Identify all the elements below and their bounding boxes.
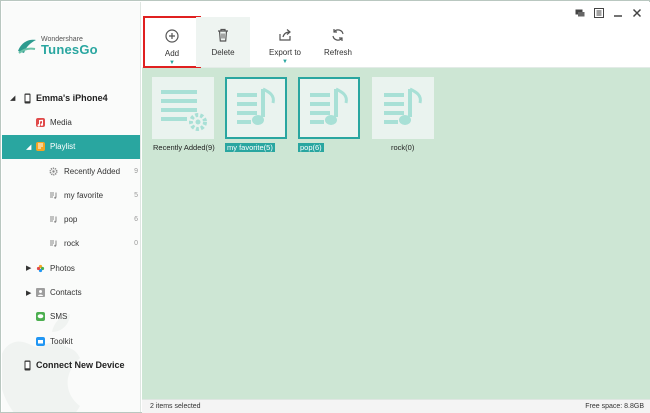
minimize-icon[interactable] — [613, 8, 623, 18]
expand-caret-icon[interactable]: ▶ — [26, 264, 31, 272]
sidebar-item-pop[interactable]: pop 6 — [2, 207, 140, 231]
toolbar: Add ▼ Delete Export to ▼ Refresh — [142, 2, 650, 68]
sidebar-item-playlist[interactable]: ◢ Playlist — [2, 134, 140, 159]
playlist-icon — [35, 142, 45, 152]
toolkit-icon — [35, 336, 45, 346]
playlist-tile-rock[interactable]: rock(0) — [372, 77, 438, 152]
device-name: Emma's iPhone4 — [36, 93, 108, 104]
connect-new-device[interactable]: Connect New Device — [2, 353, 140, 377]
sidebar-item-label: SMS — [50, 312, 68, 322]
item-count: 6 — [134, 216, 138, 224]
close-icon[interactable] — [632, 8, 642, 18]
playlist-thumbnail — [225, 77, 287, 139]
sidebar-item-photos[interactable]: ▶ Photos — [2, 256, 140, 280]
item-count: 0 — [134, 240, 138, 248]
add-icon — [165, 29, 179, 43]
sidebar-item-label: pop — [64, 215, 78, 225]
dropdown-arrow-icon[interactable]: ▼ — [169, 60, 175, 66]
delete-button[interactable]: Delete — [196, 17, 250, 67]
window-controls — [575, 8, 642, 18]
status-bar: 2 items selected Free space: 8.8GB — [142, 399, 650, 413]
sidebar-item-contacts[interactable]: ▶ Contacts — [2, 280, 140, 304]
sidebar-item-recently-added[interactable]: Recently Added 9 — [2, 159, 140, 183]
item-count: 5 — [134, 191, 138, 199]
dropdown-arrow-icon[interactable]: ▼ — [282, 59, 288, 65]
export-label: Export to — [268, 48, 301, 57]
playlist-thumbnail — [298, 77, 360, 139]
export-button[interactable]: Export to ▼ — [252, 17, 318, 66]
menu-icon[interactable] — [594, 8, 604, 18]
refresh-label: Refresh — [323, 48, 352, 57]
refresh-icon — [332, 29, 344, 41]
app-logo: Wondershare TunesGo — [16, 36, 98, 56]
add-button[interactable]: Add ▼ — [143, 16, 201, 68]
refresh-button[interactable]: Refresh — [310, 17, 366, 66]
playlist-grid: Recently Added(9) my favorite(5) pop(6) … — [142, 68, 650, 399]
device-tree: ◢ Emma's iPhone4 Media ◢ Playlist Recent… — [2, 86, 140, 378]
add-label: Add — [164, 49, 180, 58]
expand-caret-icon[interactable]: ▶ — [26, 289, 31, 297]
sidebar: Wondershare TunesGo ◢ Emma's iPhone4 Med… — [2, 2, 141, 412]
recently-added-playlist-icon — [161, 90, 207, 131]
playlist-thumbnail — [152, 77, 214, 139]
playlist-small-icon — [48, 239, 58, 249]
app-window: Wondershare TunesGo ◢ Emma's iPhone4 Med… — [0, 0, 650, 413]
feedback-icon[interactable] — [575, 8, 585, 18]
expand-caret-icon[interactable]: ◢ — [10, 94, 15, 102]
free-space: Free space: 8.8GB — [585, 403, 644, 410]
expand-caret-icon[interactable]: ◢ — [26, 143, 31, 151]
iphone-icon — [22, 93, 32, 104]
sidebar-item-my-favorite[interactable]: my favorite 5 — [2, 183, 140, 207]
sidebar-item-toolkit[interactable]: Toolkit — [2, 329, 140, 353]
playlist-caption: my favorite(5) — [225, 143, 275, 152]
tunesgo-logo-icon — [18, 39, 36, 54]
playlist-tile-my-favorite[interactable]: my favorite(5) — [225, 77, 291, 152]
playlist-tile-pop[interactable]: pop(6) — [298, 77, 364, 152]
playlist-small-icon — [48, 190, 58, 200]
sidebar-item-label: Media — [50, 117, 72, 127]
export-icon — [279, 29, 291, 41]
media-icon — [35, 117, 45, 127]
sidebar-item-label: Playlist — [50, 142, 76, 152]
photos-icon — [35, 263, 45, 273]
gear-icon — [48, 166, 58, 176]
sms-icon — [35, 312, 45, 322]
sidebar-item-label: Contacts — [50, 288, 82, 298]
trash-icon — [218, 28, 228, 42]
selection-status: 2 items selected — [150, 403, 201, 410]
playlist-caption: Recently Added(9) — [153, 143, 215, 152]
sidebar-item-label: rock — [64, 239, 80, 249]
sidebar-item-label: my favorite — [64, 190, 104, 200]
sidebar-item-media[interactable]: Media — [2, 110, 140, 134]
playlist-caption: rock(0) — [391, 143, 415, 152]
delete-label: Delete — [211, 48, 235, 57]
contacts-icon — [35, 288, 45, 298]
sidebar-item-rock[interactable]: rock 0 — [2, 232, 140, 256]
music-playlist-icon — [310, 87, 348, 125]
brand-product: TunesGo — [41, 42, 98, 57]
connect-label: Connect New Device — [36, 360, 125, 371]
music-playlist-icon — [237, 87, 275, 125]
sidebar-item-label: Toolkit — [50, 336, 73, 346]
music-playlist-icon — [384, 87, 422, 125]
playlist-small-icon — [48, 215, 58, 225]
sidebar-item-sms[interactable]: SMS — [2, 305, 140, 329]
device-row[interactable]: ◢ Emma's iPhone4 — [2, 86, 140, 110]
playlist-caption: pop(6) — [298, 143, 324, 152]
playlist-tile-recently-added[interactable]: Recently Added(9) — [152, 77, 218, 152]
playlist-thumbnail — [372, 77, 434, 139]
item-count: 9 — [134, 167, 138, 175]
iphone-icon — [22, 360, 32, 371]
sidebar-item-label: Recently Added — [64, 166, 121, 176]
sidebar-item-label: Photos — [50, 263, 75, 273]
